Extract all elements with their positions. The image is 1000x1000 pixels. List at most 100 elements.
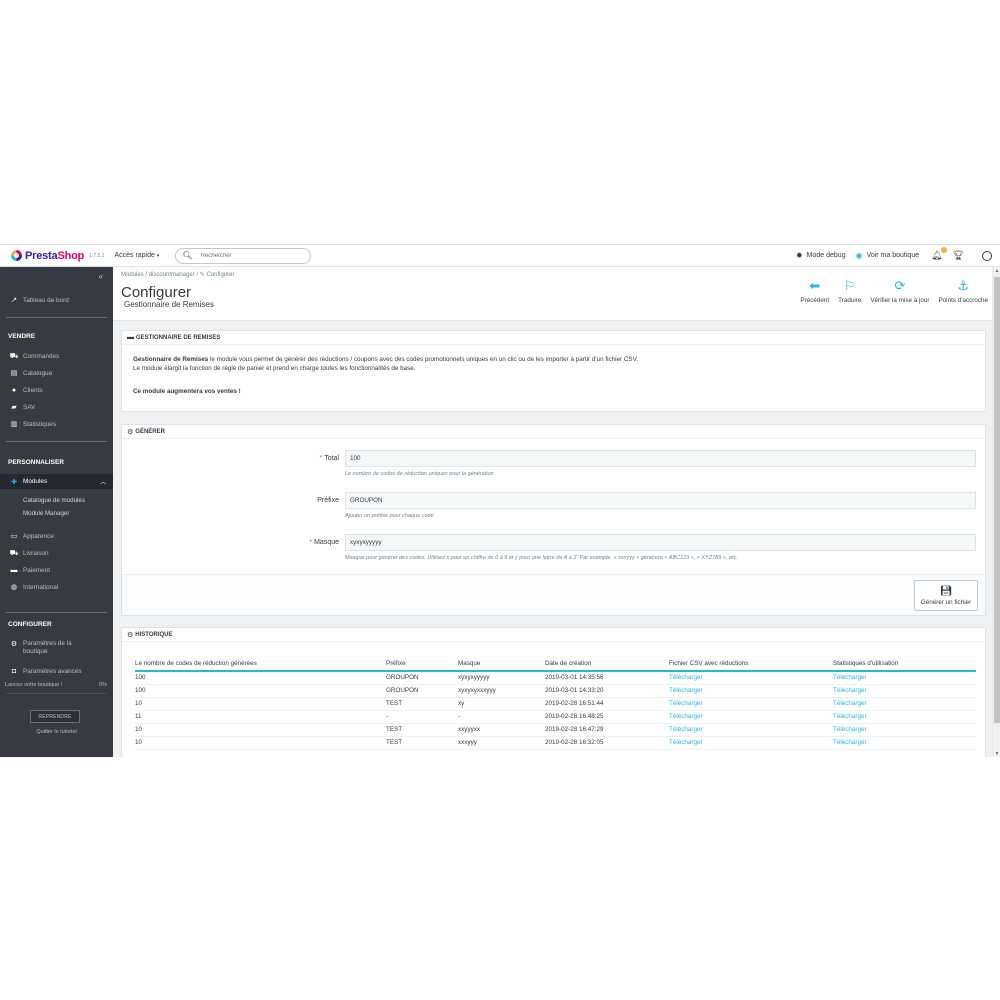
view-shop-link[interactable]: ◉ Voir ma boutique	[856, 251, 920, 260]
settings-applications-icon: ◘	[11, 667, 17, 675]
scroll-down-icon[interactable]: ▼	[993, 751, 1000, 757]
sidebar: « ↗ Tableau de bord VENDRE ⛟ Commandes ▤…	[0, 267, 113, 757]
logo-text-accent: Shop	[57, 249, 85, 262]
prestashop-logo[interactable]: PrestaShop	[11, 250, 84, 262]
sidebar-subitem-module-manager[interactable]: Module Manager	[23, 510, 69, 517]
version-label: 1.7.5.1	[89, 252, 105, 259]
quick-access-dropdown[interactable]: Accès rapide ▾	[114, 252, 159, 259]
notifications-button[interactable]: 🔔︎	[931, 247, 947, 261]
intro-panel: ▬ GESTIONNAIRE DE REMISES Gestionnaire d…	[121, 330, 986, 412]
sidebar-item-orders[interactable]: ⛟ Commandes	[0, 350, 113, 362]
sidebar-item-customer-service[interactable]: ▰ SAV	[0, 401, 113, 413]
sidebar-subitem-module-catalog[interactable]: Catalogue de modules	[23, 497, 85, 504]
mask-input[interactable]: xyxyxyyyyy	[345, 534, 976, 551]
onboarding-progress-bar	[6, 693, 107, 694]
stats-download-link[interactable]: Télécharger	[833, 723, 976, 737]
sidebar-item-shop-parameters[interactable]: ⚙ Paramètres de la boutique	[0, 640, 113, 660]
stats-download-link[interactable]: Télécharger	[833, 736, 976, 750]
breadcrumb-current: Configurer	[206, 272, 235, 278]
collapse-sidebar-icon[interactable]: «	[99, 272, 103, 281]
sidebar-item-dashboard[interactable]: ↗ Tableau de bord	[0, 294, 113, 306]
chart-icon: ▥	[10, 421, 18, 428]
sidebar-item-payment[interactable]: ▬ Paiement	[0, 564, 113, 576]
sidebar-item-stats[interactable]: ▥ Statistiques	[0, 418, 113, 430]
total-label: * Total	[320, 455, 339, 462]
sidebar-item-modules[interactable]: ✚ Modules ︿	[0, 474, 113, 489]
prefix-input[interactable]: GROUPON	[345, 492, 976, 509]
table-row: 100 GROUPON xyxyxyyyyy 2019-03-01 14:35:56 T…	[135, 671, 976, 685]
prestashop-admin: PrestaShop 1.7.5.1 Accès rapide▾ 🔍︎ ✹ Mo…	[0, 244, 1000, 757]
mask-cell: xxyyyxx	[458, 723, 545, 737]
intro-line-1: Gestionnaire de Remises le module vous p…	[133, 355, 638, 364]
page-subtitle: Gestionnaire de Remises	[124, 300, 214, 309]
search-box[interactable]: 🔍︎	[175, 247, 312, 264]
panel-footer: 💾︎ Générer un fichier	[122, 574, 985, 615]
anchor-icon: ⚓	[957, 278, 970, 293]
intro-module-name: Gestionnaire de Remises	[133, 356, 209, 363]
hooks-button[interactable]: ⚓ Points d'accroche	[938, 278, 988, 304]
csv-download-link[interactable]: Télécharger	[669, 671, 833, 685]
prefix-cell: GROUPON	[386, 684, 458, 698]
sidebar-item-shipping[interactable]: ⛟ Livraison	[0, 547, 113, 559]
eye-icon: ◉	[855, 251, 863, 260]
sidebar-item-international[interactable]: ◍ International	[0, 581, 113, 593]
stats-download-link[interactable]: Télécharger	[833, 710, 976, 724]
scroll-up-icon[interactable]: ▲	[993, 268, 1000, 274]
prefix-cell: TEST	[386, 736, 458, 750]
generate-file-button[interactable]: 💾︎ Générer un fichier	[914, 580, 978, 611]
hooks-button-label: Points d'accroche	[938, 297, 988, 304]
page-scrollbar[interactable]: ▲ ▼	[992, 267, 1000, 757]
debug-mode-link[interactable]: ✹ Mode debug	[796, 251, 846, 260]
prefix-cell: GROUPON	[386, 671, 458, 685]
puzzle-icon: ✚	[11, 478, 17, 486]
total-input[interactable]: 100	[345, 450, 976, 467]
sidebar-item-customers[interactable]: ● Clients	[0, 384, 113, 396]
breadcrumb-modules[interactable]: Modules	[121, 272, 144, 278]
search-input[interactable]	[200, 252, 301, 259]
panel-heading: ▬ GESTIONNAIRE DE REMISES	[122, 331, 985, 345]
count-cell: 10	[135, 723, 386, 737]
generate-file-label: Générer un fichier	[920, 598, 972, 606]
column-header: Le nombre de codes de réduction générées	[135, 657, 386, 672]
stats-download-link[interactable]: Télécharger	[833, 684, 976, 698]
section-customize: PERSONNALISER	[8, 459, 64, 466]
stats-download-link[interactable]: Télécharger	[833, 697, 976, 711]
credit-card-icon: ▬	[127, 334, 134, 341]
stats-download-link[interactable]: Télécharger	[833, 671, 976, 685]
section-sell: VENDRE	[8, 333, 36, 340]
sidebar-item-catalog[interactable]: ▤ Catalogue	[0, 367, 113, 379]
search-icon: 🔍︎	[182, 251, 193, 260]
table-header-row: Le nombre de codes de réduction générées…	[135, 657, 976, 672]
back-button[interactable]: ⬅ Précédent	[800, 278, 829, 304]
translate-button[interactable]: ⚐ Traduire	[838, 278, 861, 304]
sidebar-item-design[interactable]: ▭ Apparence	[0, 530, 113, 542]
breadcrumb-module[interactable]: discountmanager	[149, 272, 195, 278]
count-cell: 10	[135, 697, 386, 711]
back-button-label: Précédent	[800, 297, 830, 304]
view-shop-label: Voir ma boutique	[866, 252, 920, 259]
csv-download-link[interactable]: Télécharger	[669, 697, 833, 711]
count-cell: 10	[135, 736, 386, 750]
csv-download-link[interactable]: Télécharger	[669, 684, 833, 698]
intro-line-3: Ce module augmentera vos ventes !	[133, 388, 241, 395]
logo-text-main: Presta	[25, 249, 58, 262]
sidebar-item-advanced-parameters[interactable]: ◘ Paramètres avancés	[0, 665, 113, 677]
prefix-label: Préfixe	[317, 497, 339, 504]
settings-icon: ⚙	[10, 641, 18, 648]
csv-download-link[interactable]: Télécharger	[669, 736, 833, 750]
csv-download-link[interactable]: Télécharger	[669, 710, 833, 724]
history-table: Le nombre de codes de réduction générées…	[135, 657, 976, 750]
quit-tutorial-link[interactable]: Quitter le tutoriel	[0, 729, 113, 735]
csv-download-link[interactable]: Télécharger	[669, 723, 833, 737]
panel-title: HISTORIQUE	[135, 631, 173, 638]
trophy-icon[interactable]: 🏆︎	[953, 250, 964, 261]
check-update-button[interactable]: ⟳ Vérifier la mise à jour	[870, 278, 929, 304]
scrollbar-thumb[interactable]	[994, 277, 1000, 723]
store-icon: ▤	[10, 370, 18, 377]
sidebar-item-label: Paiement	[23, 566, 50, 574]
sidebar-item-label: Commandes	[23, 352, 60, 360]
user-icon[interactable]	[982, 250, 992, 261]
mask-label: * Masque	[309, 539, 339, 546]
column-header: Statistiques d'utilisation	[833, 657, 976, 672]
resume-onboarding-button[interactable]: REPRENDRE	[30, 710, 80, 723]
